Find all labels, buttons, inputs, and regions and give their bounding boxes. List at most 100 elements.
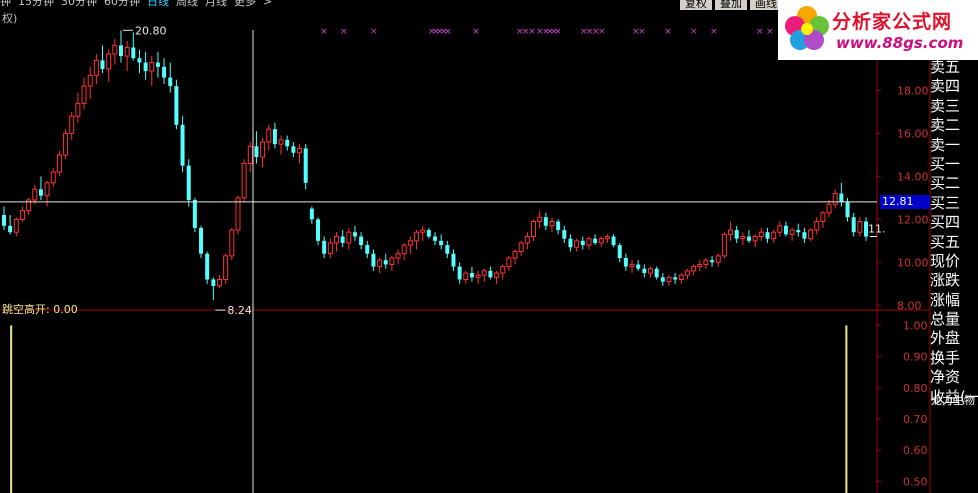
candle-body (475, 274, 481, 278)
candle-body (604, 236, 610, 240)
toolbar-button[interactable]: 叠加 (715, 0, 747, 10)
period-tab[interactable]: 15分钟 (18, 0, 54, 7)
indicator-tick-label: 0.70 (903, 413, 928, 426)
toolbar-button[interactable]: 复权 (680, 0, 712, 10)
quote-row: 卖二 (930, 116, 961, 135)
candle-body (297, 147, 303, 154)
price-tick-label: 14.00 (897, 170, 929, 183)
candle-body (407, 240, 413, 246)
candle-body (32, 188, 38, 201)
candle-body (654, 268, 659, 278)
current-price-tag: 12.81 (880, 194, 930, 209)
candle-body (808, 229, 814, 240)
quote-row: 买四 (930, 213, 961, 232)
candle-body (500, 266, 506, 274)
candle-body (217, 278, 222, 287)
candle-body (697, 263, 703, 268)
candle-body (2, 215, 6, 226)
candle-body (531, 220, 537, 238)
candle-body (598, 238, 604, 244)
signal-marker: × (638, 27, 646, 37)
candle-body (229, 229, 235, 257)
last-price-label: 11. (868, 223, 886, 236)
candle-body (684, 270, 690, 276)
period-tab[interactable]: > (263, 0, 272, 7)
candle-body (512, 251, 518, 259)
signal-marker: × (444, 27, 452, 37)
candle-body (266, 128, 272, 143)
candle-body (691, 266, 697, 272)
candle-body (642, 268, 647, 274)
candle-body (112, 44, 118, 55)
candle-body (593, 238, 598, 243)
candle-body (814, 220, 820, 231)
candle-body (333, 236, 339, 244)
candle-body (463, 272, 469, 280)
logo-title: 分析家公式网 (832, 11, 953, 33)
candle-body (205, 253, 210, 280)
quote-row: 卖一 (930, 135, 961, 154)
candle-body (383, 260, 388, 265)
candle-body (278, 139, 284, 145)
period-tab[interactable]: 更多 (234, 0, 256, 7)
signal-marker: × (554, 27, 562, 37)
quote-panel: 卖五 卖四 卖三 卖二 卖一 买一 买二 买三 买四 买五 现价 涨跌 涨幅 总量 外盘 换手 净资 收益(一 (930, 58, 978, 407)
candle-body (820, 212, 826, 222)
signal-marker: × (320, 27, 328, 37)
quote-row: 买一 (930, 154, 961, 173)
candle-body (734, 230, 739, 239)
indicator-tick-label: 0.50 (903, 475, 928, 488)
candle-body (285, 139, 290, 147)
candle-body (303, 148, 308, 183)
period-tab[interactable]: 60分钟 (104, 0, 140, 7)
candle-body (56, 154, 62, 173)
main-chart-header: 权) (2, 12, 17, 25)
signal-marker: × (710, 27, 718, 37)
low-label: 8.24 (227, 304, 252, 317)
candle-body (19, 210, 25, 220)
candle-body (346, 231, 352, 244)
candle-body (715, 255, 721, 263)
candle-body (832, 193, 838, 205)
period-tab[interactable]: 30分钟 (61, 0, 97, 7)
candle-body (162, 66, 167, 78)
candle-body (439, 240, 444, 246)
candle-body (710, 260, 715, 263)
candle-body (155, 62, 160, 67)
candle-body (648, 268, 653, 274)
period-tab[interactable]: 钟 (0, 0, 11, 7)
period-tab[interactable]: 周线 (176, 0, 198, 7)
candle-body (87, 74, 93, 87)
chart-area[interactable]: 权)20.0018.0016.0014.0012.0010.008.00××××… (0, 10, 978, 493)
quote-row: 现价 (930, 251, 961, 270)
quote-row: 买三 (930, 193, 961, 212)
candle-body (131, 47, 136, 59)
candle-body (789, 229, 795, 235)
indicator-tick-label: 1.00 (903, 319, 928, 332)
candle-body (174, 86, 179, 125)
candle-body (340, 236, 345, 243)
toolbar-buttons: 复权 叠加 画线 (680, 0, 785, 10)
candle-body (636, 264, 641, 269)
candle-body (291, 146, 296, 153)
indicator-tick-label: 0.80 (903, 382, 928, 395)
candle-body (469, 273, 474, 278)
candle-body (38, 189, 43, 196)
candle-body (543, 217, 548, 226)
period-tab[interactable]: 日线 (147, 0, 169, 7)
candle-body (401, 244, 407, 255)
candle-body (629, 263, 635, 268)
candle-body (192, 200, 197, 228)
candle-body (352, 232, 357, 237)
candle-body (481, 270, 487, 276)
signal-marker: × (472, 27, 480, 37)
signal-marker: × (370, 27, 378, 37)
period-tab[interactable]: 月线 (205, 0, 227, 7)
candle-body (75, 102, 81, 117)
candle-body (802, 232, 807, 239)
candle-body (106, 53, 112, 70)
site-logo[interactable]: 分析家公式网 www.88gs.com (778, 0, 978, 60)
quote-row: 换手 (930, 348, 961, 367)
candle-body (518, 242, 524, 253)
candle-body (50, 171, 56, 184)
